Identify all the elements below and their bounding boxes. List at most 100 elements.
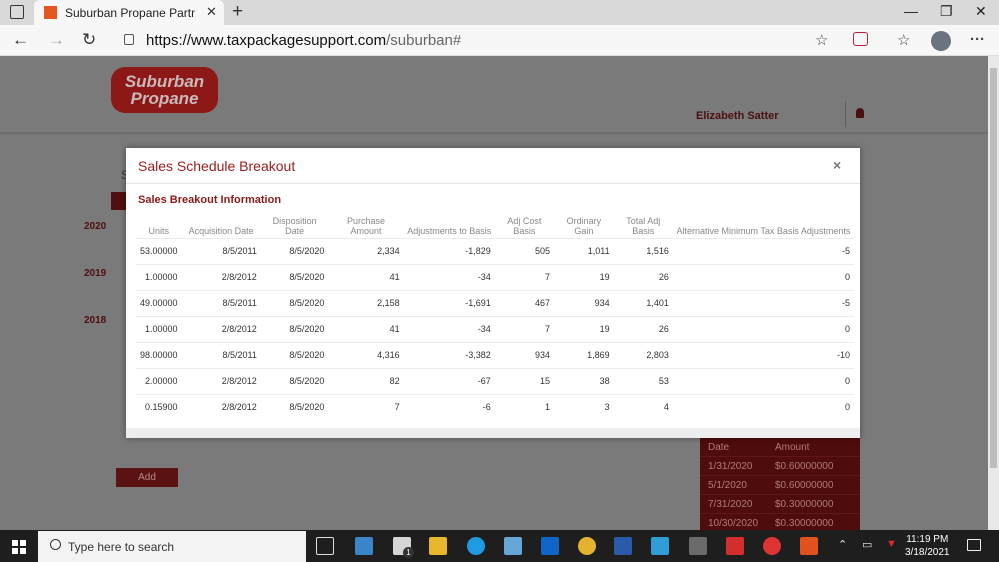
table-cell: 4,316: [328, 341, 404, 368]
search-placeholder: Type here to search: [68, 540, 175, 554]
restore-icon[interactable]: ❐: [940, 3, 953, 20]
tab-close-icon[interactable]: ✕: [206, 4, 217, 20]
calculator-icon[interactable]: [689, 537, 707, 555]
background-tab: [111, 192, 127, 210]
table-cell: 934: [494, 341, 555, 368]
mail-icon[interactable]: 1: [393, 537, 414, 558]
table-cell: 19: [554, 315, 614, 342]
window-close-icon[interactable]: ✕: [975, 3, 987, 20]
table-cell: -34: [403, 315, 495, 342]
table-cell: 41: [328, 263, 404, 290]
taskbar: Type here to search 1 ⌃ ▭ ▼ 11:19 PM 3/1…: [0, 530, 999, 562]
year-2019[interactable]: 2019: [84, 268, 106, 279]
store-icon[interactable]: [355, 537, 373, 555]
table-cell: 8/5/2020: [260, 237, 329, 264]
column-header: Acquisition Date: [188, 225, 254, 236]
sales-breakout-modal: Sales Schedule Breakout × Sales Breakout…: [126, 148, 860, 438]
table-cell: 1.00000: [136, 263, 182, 290]
table-cell: 1,869: [554, 341, 614, 368]
mail-badge: 1: [403, 547, 414, 558]
add-button[interactable]: Add: [116, 468, 178, 487]
notification-icon[interactable]: [967, 539, 981, 551]
table-cell: -1,691: [403, 289, 495, 316]
profile-avatar[interactable]: [931, 31, 951, 51]
new-tab-button[interactable]: +: [232, 1, 243, 23]
page-scrollbar[interactable]: [988, 56, 999, 530]
clock-time: 11:19 PM: [906, 534, 949, 545]
battery-icon[interactable]: ▭: [862, 538, 872, 551]
modal-footer-scroll[interactable]: [126, 428, 860, 438]
more-menu-icon[interactable]: ···: [970, 31, 985, 48]
chrome-icon[interactable]: [578, 537, 596, 555]
column-header-amount: Amount: [775, 442, 810, 453]
username[interactable]: Elizabeth Satter: [696, 110, 779, 122]
pocket-extension-icon[interactable]: [853, 32, 868, 46]
table-cell: 934: [554, 289, 614, 316]
tray-mcafee-icon[interactable]: ▼: [886, 538, 897, 550]
table-cell: 2,334: [328, 237, 404, 264]
table-cell: 8/5/2020: [260, 367, 329, 394]
table-cell: 1: [494, 393, 555, 420]
table-cell: 26: [613, 315, 673, 342]
table-cell: 7: [494, 263, 555, 290]
photos-icon[interactable]: [504, 537, 522, 555]
url-host: https://www.taxpackagesupport.com: [146, 32, 387, 49]
table-cell: 8/5/2020: [260, 393, 329, 420]
acrobat-icon[interactable]: [800, 537, 818, 555]
browser-tab[interactable]: Suburban Propane Partners, L.P. ✕: [34, 0, 224, 25]
close-icon[interactable]: ×: [833, 157, 841, 173]
column-header: Adj Cost Basis: [507, 215, 542, 236]
forward-icon[interactable]: →: [48, 30, 65, 50]
user-icon[interactable]: [856, 108, 864, 118]
taskbar-search-box[interactable]: Type here to search: [38, 531, 306, 562]
column-header: Units: [148, 225, 170, 236]
tray-chevron-icon[interactable]: ⌃: [838, 538, 847, 551]
edge-browser-icon[interactable]: [467, 537, 485, 555]
minimize-icon[interactable]: —: [904, 3, 918, 19]
lync-icon[interactable]: [651, 537, 669, 555]
table-cell: 53: [613, 367, 673, 394]
outlook-icon[interactable]: [541, 537, 559, 555]
window-menu-icon[interactable]: [10, 5, 24, 19]
address-bar: ← → ↻ https://www.taxpackagesupport.com/…: [0, 25, 999, 56]
taskbar-clock[interactable]: 11:19 PM 3/18/2021: [905, 533, 950, 559]
column-header: Total Adj Basis: [626, 215, 661, 236]
year-2020[interactable]: 2020: [84, 221, 106, 232]
browser-titlebar: Suburban Propane Partners, L.P. ✕ + — ❐ …: [0, 0, 999, 25]
add-favorite-icon[interactable]: ☆: [815, 31, 828, 49]
scroll-thumb[interactable]: [990, 68, 997, 468]
table-cell: 82: [328, 367, 404, 394]
column-header: Disposition Date: [272, 215, 317, 236]
table-row: 98.00000 8/5/2011 8/5/2020 4,316 -3,382 934 1,…: [136, 341, 854, 368]
table-cell: 53.00000: [136, 237, 182, 264]
table-cell: 4: [613, 393, 673, 420]
table-cell: 1,011: [554, 237, 614, 264]
sales-breakout-table: Units Acquisition Date Disposition Date …: [136, 214, 854, 420]
table-cell: 15: [494, 367, 555, 394]
favorites-icon[interactable]: ☆: [897, 31, 910, 49]
table-cell: 0: [672, 315, 854, 342]
modal-header: Sales Schedule Breakout ×: [126, 148, 860, 184]
back-icon[interactable]: ←: [12, 30, 29, 50]
cell-date: 10/30/2020: [708, 518, 759, 529]
todo-check-icon[interactable]: [763, 537, 781, 555]
table-cell: 2/8/2012: [181, 393, 261, 420]
refresh-icon[interactable]: ↻: [82, 30, 96, 50]
url-field[interactable]: https://www.taxpackagesupport.com/suburb…: [146, 32, 461, 49]
table-body: 53.00000 8/5/2011 8/5/2020 2,334 -1,829 505 1,…: [136, 237, 854, 420]
table-row: 7/31/2020 $0.30000000: [700, 495, 860, 514]
table-cell: 8/5/2020: [260, 341, 329, 368]
table-cell: -10: [672, 341, 854, 368]
word-icon[interactable]: [614, 537, 632, 555]
windows-start-icon[interactable]: [12, 540, 26, 554]
table-header-row: Units Acquisition Date Disposition Date …: [136, 214, 854, 238]
file-explorer-icon[interactable]: [429, 537, 447, 555]
table-cell: 467: [494, 289, 555, 316]
task-view-icon[interactable]: [316, 537, 334, 555]
year-2018[interactable]: 2018: [84, 315, 106, 326]
table-row: 2.00000 2/8/2012 8/5/2020 82 -67 15 38 53 0: [136, 367, 854, 394]
modal-title: Sales Schedule Breakout: [138, 158, 296, 174]
mcafee-icon[interactable]: [726, 537, 744, 555]
distributions-table: Date Amount 1/31/2020 $0.60000000 5/1/20…: [700, 438, 860, 533]
table-cell: -1,829: [403, 237, 495, 264]
